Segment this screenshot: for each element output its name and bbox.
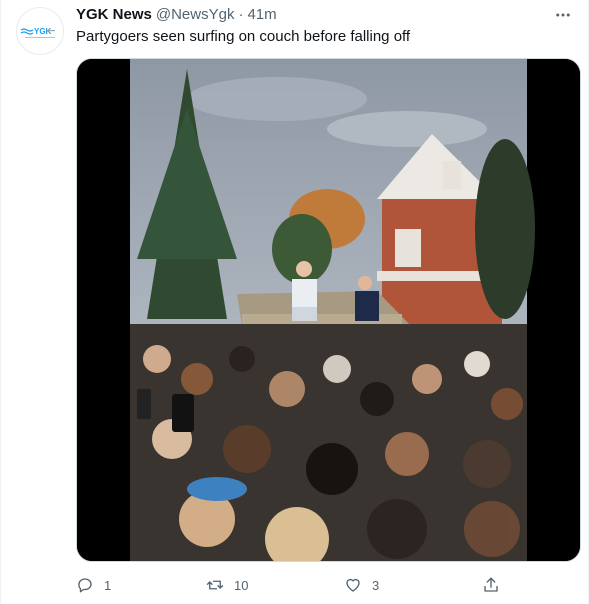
left-border bbox=[0, 0, 1, 604]
tweet-actions: 1 10 3 bbox=[76, 575, 506, 595]
like-icon bbox=[346, 578, 360, 592]
share-icon bbox=[484, 577, 498, 592]
author-handle[interactable]: @NewsYgk bbox=[156, 5, 235, 25]
ygk-news-logo-icon: YGK bbox=[20, 27, 55, 38]
like-count: 3 bbox=[372, 577, 380, 593]
retweet-button[interactable]: 10 bbox=[206, 575, 248, 595]
svg-text:YGK: YGK bbox=[34, 27, 52, 36]
avatar[interactable]: YGK bbox=[16, 7, 64, 55]
reply-button[interactable]: 1 bbox=[76, 575, 111, 595]
retweet-count: 10 bbox=[234, 577, 249, 593]
reply-count: 1 bbox=[104, 577, 112, 593]
share-button[interactable] bbox=[482, 575, 500, 595]
tweet-timestamp[interactable]: 41m bbox=[247, 5, 276, 25]
tweet-video[interactable] bbox=[76, 58, 581, 562]
author-name[interactable]: YGK News bbox=[76, 5, 152, 25]
more-horizontal-icon bbox=[556, 13, 570, 17]
separator-dot: · bbox=[238, 6, 244, 23]
more-options-button[interactable] bbox=[551, 5, 575, 25]
retweet-icon bbox=[206, 580, 224, 590]
reply-icon bbox=[78, 578, 92, 593]
tweet-header: YGK News @NewsYgk · 41m bbox=[76, 5, 577, 25]
tweet-text: Partygoers seen surfing on couch before … bbox=[76, 28, 411, 45]
like-button[interactable]: 3 bbox=[344, 575, 379, 595]
video-thumbnail-icon bbox=[77, 59, 580, 561]
